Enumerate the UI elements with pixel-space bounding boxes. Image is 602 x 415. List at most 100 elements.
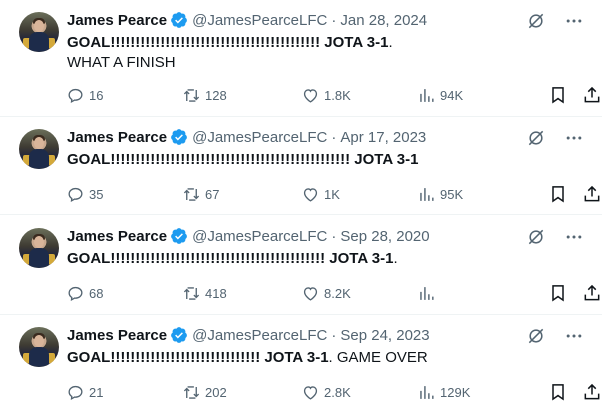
tweet-header: James Pearce @JamesPearceLFC · Sep 28, 2…: [67, 226, 430, 246]
share-icon[interactable]: [582, 382, 602, 402]
tweet-date[interactable]: Sep 28, 2020: [340, 228, 429, 245]
tweet-actions: 21 202 2.8K 129K: [66, 381, 602, 403]
grok-icon[interactable]: [526, 11, 546, 31]
like-icon: [303, 385, 318, 400]
tweet-text-rest: .: [393, 250, 398, 267]
retweet-icon: [183, 385, 200, 399]
tweet-feed: James Pearce @JamesPearceLFC · Jan 28, 2…: [0, 0, 602, 415]
author-handle[interactable]: @JamesPearceLFC: [192, 129, 327, 146]
verified-badge-icon: [171, 12, 187, 28]
tweet-text: GOAL!!!!!!!!!!!!!!!!!!!!!!!!!!!!!! JOTA …: [67, 348, 587, 368]
reply-button[interactable]: 68: [66, 282, 103, 304]
views-button[interactable]: 94K: [417, 84, 463, 106]
share-icon[interactable]: [582, 85, 602, 105]
more-icon[interactable]: [564, 227, 584, 247]
author-handle[interactable]: @JamesPearceLFC: [192, 228, 327, 245]
retweet-icon: [183, 88, 200, 102]
tweet-date[interactable]: Apr 17, 2023: [340, 129, 426, 146]
reply-button[interactable]: 35: [66, 183, 103, 205]
grok-icon[interactable]: [526, 326, 546, 346]
reply-count: 68: [89, 285, 104, 301]
tweet-header: James Pearce @JamesPearceLFC · Jan 28, 2…: [67, 10, 427, 30]
avatar[interactable]: [19, 327, 59, 367]
views-button[interactable]: 95K: [417, 183, 463, 205]
tweet[interactable]: James Pearce @JamesPearceLFC · Sep 28, 2…: [0, 216, 602, 315]
tweet-text-bold: GOAL!!!!!!!!!!!!!!!!!!!!!!!!!!!!!!!!!!!!…: [67, 250, 394, 267]
like-button[interactable]: 2.8K: [301, 381, 351, 403]
more-icon[interactable]: [564, 11, 584, 31]
share-icon[interactable]: [582, 283, 602, 303]
author-handle[interactable]: @JamesPearceLFC: [192, 12, 327, 29]
reply-count: 21: [89, 384, 104, 400]
author-name[interactable]: James Pearce: [67, 228, 167, 245]
bookmark-icon[interactable]: [548, 283, 568, 303]
like-count: 1.8K: [324, 87, 351, 103]
like-count: 1K: [324, 186, 340, 202]
tweet-text-bold: GOAL!!!!!!!!!!!!!!!!!!!!!!!!!!!!!!!!!!!!…: [67, 34, 389, 51]
reply-icon: [68, 88, 83, 103]
retweet-count: 67: [205, 186, 220, 202]
tweet-header: James Pearce @JamesPearceLFC · Sep 24, 2…: [67, 325, 430, 345]
reply-icon: [68, 286, 83, 301]
retweet-count: 128: [205, 87, 227, 103]
views-count: 95K: [440, 186, 464, 202]
avatar[interactable]: [19, 228, 59, 268]
tweet-date[interactable]: Sep 24, 2023: [340, 327, 429, 344]
reply-button[interactable]: 16: [66, 84, 103, 106]
views-button[interactable]: 129K: [417, 381, 470, 403]
tweet-actions: 16 128 1.8K 94K: [66, 84, 602, 106]
author-handle[interactable]: @JamesPearceLFC: [192, 327, 327, 344]
avatar[interactable]: [19, 129, 59, 169]
reply-icon: [68, 385, 83, 400]
verified-badge-icon: [171, 327, 187, 343]
tweet-text-bold: GOAL!!!!!!!!!!!!!!!!!!!!!!!!!!!!!! JOTA …: [67, 349, 329, 366]
tweet-text: GOAL!!!!!!!!!!!!!!!!!!!!!!!!!!!!!!!!!!!!…: [67, 249, 587, 269]
bookmark-icon[interactable]: [548, 184, 568, 204]
like-button[interactable]: 1.8K: [301, 84, 351, 106]
tweet[interactable]: James Pearce @JamesPearceLFC · Apr 17, 2…: [0, 117, 602, 215]
grok-icon[interactable]: [526, 128, 546, 148]
verified-badge-icon: [171, 129, 187, 145]
separator-dot: ·: [331, 11, 337, 29]
retweet-button[interactable]: 202: [182, 381, 227, 403]
retweet-icon: [183, 286, 200, 300]
retweet-button[interactable]: 128: [182, 84, 227, 106]
views-count: 129K: [440, 384, 471, 400]
retweet-icon: [183, 187, 200, 201]
author-name[interactable]: James Pearce: [67, 129, 167, 146]
tweet[interactable]: James Pearce @JamesPearceLFC · Sep 24, 2…: [0, 315, 602, 415]
share-icon[interactable]: [582, 184, 602, 204]
tweet-text: GOAL!!!!!!!!!!!!!!!!!!!!!!!!!!!!!!!!!!!!…: [67, 150, 587, 170]
reply-count: 35: [89, 186, 104, 202]
more-icon[interactable]: [564, 326, 584, 346]
verified-badge-icon: [171, 228, 187, 244]
bookmark-icon[interactable]: [548, 85, 568, 105]
views-count: 94K: [440, 87, 464, 103]
retweet-button[interactable]: 418: [182, 282, 227, 304]
like-button[interactable]: 8.2K: [301, 282, 351, 304]
separator-dot: ·: [331, 128, 337, 146]
views-button[interactable]: [417, 282, 440, 304]
tweet-header: James Pearce @JamesPearceLFC · Apr 17, 2…: [67, 127, 426, 147]
tweet-actions: 35 67 1K 95K: [66, 183, 602, 205]
like-button[interactable]: 1K: [301, 183, 340, 205]
reply-icon: [68, 187, 83, 202]
more-icon[interactable]: [564, 128, 584, 148]
retweet-count: 418: [205, 285, 227, 301]
views-icon: [420, 385, 434, 399]
tweet[interactable]: James Pearce @JamesPearceLFC · Jan 28, 2…: [0, 0, 602, 117]
avatar[interactable]: [19, 12, 59, 52]
like-icon: [303, 286, 318, 301]
tweet-text: GOAL!!!!!!!!!!!!!!!!!!!!!!!!!!!!!!!!!!!!…: [67, 33, 587, 73]
retweet-button[interactable]: 67: [182, 183, 219, 205]
tweet-date[interactable]: Jan 28, 2024: [340, 12, 427, 29]
views-icon: [420, 286, 434, 300]
bookmark-icon[interactable]: [548, 382, 568, 402]
reply-button[interactable]: 21: [66, 381, 103, 403]
separator-dot: ·: [331, 227, 337, 245]
author-name[interactable]: James Pearce: [67, 12, 167, 29]
views-icon: [420, 88, 434, 102]
grok-icon[interactable]: [526, 227, 546, 247]
reply-count: 16: [89, 87, 104, 103]
author-name[interactable]: James Pearce: [67, 327, 167, 344]
